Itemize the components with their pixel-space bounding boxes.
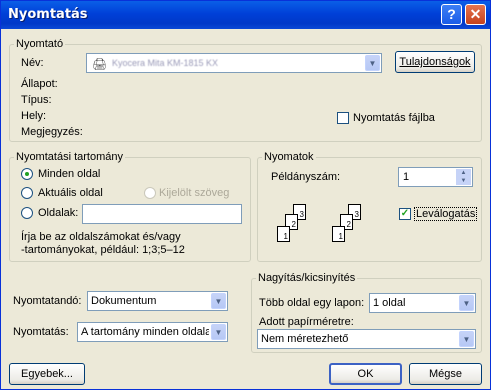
- scale-select[interactable]: Nem méretezhető ▼: [257, 329, 476, 349]
- options-button[interactable]: Egyebek...: [9, 363, 85, 385]
- stack1-page1: 1: [277, 226, 290, 242]
- properties-button-label: Tulajdonságok: [399, 56, 471, 68]
- ok-button[interactable]: OK: [329, 363, 402, 385]
- print-range-value: A tartomány minden oldala: [81, 326, 209, 338]
- printer-icon: 🖨: [92, 57, 108, 71]
- chevron-down-icon[interactable]: ▼: [459, 331, 474, 347]
- title-bar[interactable]: Nyomtatás ? ✕: [1, 1, 490, 29]
- pages-per-sheet-value: 1 oldal: [373, 297, 406, 309]
- where-label: Hely:: [21, 110, 47, 122]
- printer-legend: Nyomtató: [16, 38, 64, 50]
- comment-label: Megjegyzés:: [21, 126, 83, 138]
- printer-name-select[interactable]: 🖨 Kyocera Mita KM-1815 KX ▼: [86, 53, 382, 73]
- zoom-legend: Nagyítás/kicsinyítés: [258, 272, 356, 284]
- spin-up-icon[interactable]: ▲: [456, 169, 471, 177]
- scale-value: Nem méretezhető: [261, 333, 349, 345]
- help-button[interactable]: ?: [441, 4, 462, 25]
- print-dialog: Nyomtatás ? ✕ Nyomtató Név: 🖨 Kyocera Mi…: [0, 0, 491, 390]
- spin-down-icon[interactable]: ▼: [456, 177, 471, 185]
- chevron-down-icon[interactable]: ▼: [459, 295, 474, 311]
- all-pages-radio[interactable]: [21, 168, 33, 180]
- cancel-button[interactable]: Mégse: [409, 363, 482, 385]
- print-to-file-label[interactable]: Nyomtatás fájlba: [353, 112, 435, 124]
- properties-button[interactable]: Tulajdonságok: [395, 51, 475, 73]
- printer-name-label: Név:: [21, 57, 44, 69]
- cancel-button-label: Mégse: [428, 368, 463, 380]
- pages-input[interactable]: [82, 204, 242, 224]
- current-page-label[interactable]: Aktuális oldal: [38, 187, 103, 199]
- close-button[interactable]: ✕: [465, 4, 486, 25]
- pages-per-sheet-label: Több oldal egy lapon:: [259, 297, 365, 309]
- ok-button-label: OK: [357, 368, 374, 380]
- current-page-radio[interactable]: [21, 187, 33, 199]
- pages-radio[interactable]: [21, 207, 33, 219]
- copies-legend: Nyomatok: [264, 151, 314, 163]
- printer-name-value: Kyocera Mita KM-1815 KX: [112, 58, 219, 68]
- range-hint-line2: -tartományokat, például: 1;3;5–12: [21, 244, 185, 256]
- status-label: Állapot:: [21, 78, 58, 90]
- chevron-down-icon[interactable]: ▼: [211, 293, 226, 309]
- type-label: Típus:: [21, 94, 52, 106]
- stack2-page1: 1: [332, 226, 345, 242]
- print-to-file-checkbox[interactable]: [337, 112, 349, 124]
- print-what-select[interactable]: Dokumentum ▼: [87, 291, 228, 311]
- print-select-label: Nyomtatás:: [13, 326, 69, 338]
- chevron-down-icon[interactable]: ▼: [211, 324, 226, 340]
- copies-count-label: Példányszám:: [271, 171, 341, 183]
- collate-checkbox[interactable]: ✓: [399, 208, 411, 220]
- options-button-label: Egyebek...: [21, 368, 73, 380]
- copies-count-value: 1: [403, 171, 410, 183]
- chevron-down-icon[interactable]: ▼: [365, 55, 380, 71]
- dialog-title: Nyomtatás: [8, 7, 88, 22]
- print-what-label: Nyomtatandó:: [13, 295, 82, 307]
- copies-count-input[interactable]: 1 ▲ ▼: [398, 167, 473, 187]
- collate-label[interactable]: Leválogatás: [414, 207, 478, 221]
- print-what-value: Dokumentum: [91, 295, 157, 307]
- print-range-select[interactable]: A tartomány minden oldala ▼: [77, 322, 228, 342]
- selection-label: Kijelölt szöveg: [159, 187, 230, 199]
- pages-per-sheet-select[interactable]: 1 oldal ▼: [369, 293, 476, 313]
- range-hint-line1: Írja be az oldalszámokat és/vagy: [21, 231, 181, 243]
- all-pages-label[interactable]: Minden oldal: [38, 168, 100, 180]
- pages-label[interactable]: Oldalak:: [38, 207, 78, 219]
- page-range-legend: Nyomtatási tartomány: [16, 151, 123, 163]
- selection-radio: [144, 187, 156, 199]
- scale-label: Adott papírméretre:: [259, 316, 354, 328]
